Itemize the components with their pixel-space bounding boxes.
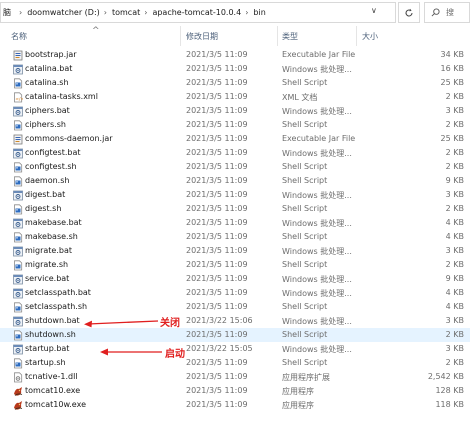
annotation-layer xyxy=(84,320,162,356)
startup-arrow xyxy=(100,348,162,356)
shutdown-annotation: 关闭 xyxy=(160,318,180,329)
shutdown-arrow xyxy=(84,320,159,328)
startup-annotation: 启动 xyxy=(165,349,185,360)
